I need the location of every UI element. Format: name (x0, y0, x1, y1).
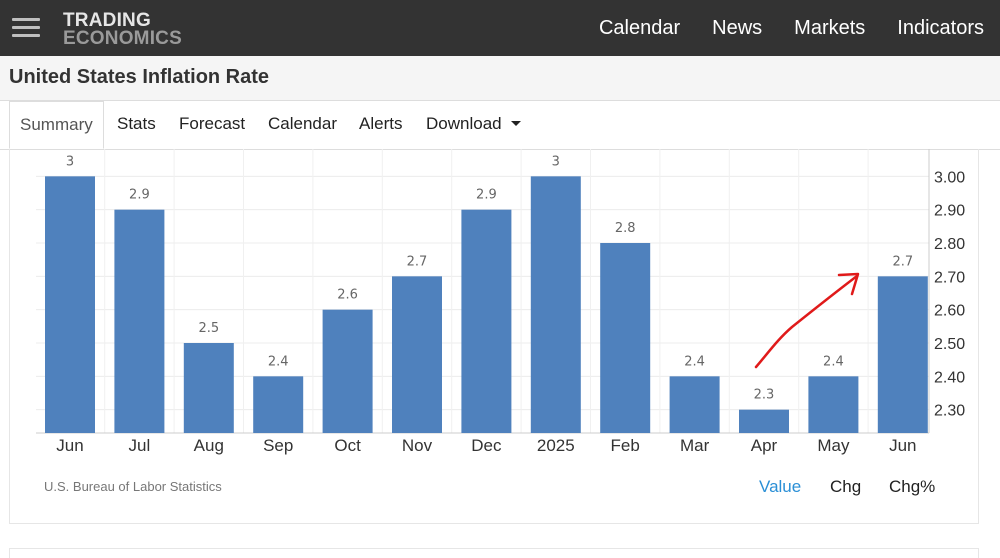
bar (808, 376, 859, 433)
y-tick-label: 2.70 (934, 269, 965, 286)
mode-value[interactable]: Value (759, 477, 801, 497)
bar-value-label: 2.5 (198, 321, 219, 336)
bar-value-label: 2.7 (892, 254, 913, 269)
tab-alerts[interactable]: Alerts (359, 101, 402, 149)
bar (600, 243, 651, 433)
x-tick-label: Feb (611, 436, 640, 455)
x-tick-label: Jul (129, 436, 151, 455)
x-tick-label: Dec (471, 436, 502, 455)
x-tick-label: Jun (889, 436, 916, 455)
x-tick-label: Apr (751, 436, 778, 455)
inflation-bar-chart: 3.00 2.90 2.80 2.70 2.60 2.50 2.40 2.30 3 Jun 2.9 J… (36, 149, 965, 455)
bar-value-label: 2.4 (684, 354, 705, 369)
logo-line2: ECONOMICS (63, 28, 182, 49)
nav-markets[interactable]: Markets (794, 17, 865, 40)
next-panel (9, 548, 979, 558)
y-tick-label: 2.50 (934, 336, 965, 353)
tab-download-label: Download (426, 114, 502, 133)
bar (877, 276, 928, 433)
nav-news[interactable]: News (712, 17, 762, 40)
mode-chg[interactable]: Chg (830, 477, 861, 497)
caret-down-icon (510, 120, 521, 126)
tab-stats[interactable]: Stats (117, 101, 156, 149)
bar (183, 343, 234, 433)
bar-value-label: 3 (552, 154, 560, 169)
x-tick-label: Sep (263, 436, 293, 455)
tab-bar: Summary Stats Forecast Calendar Alerts D… (0, 101, 1000, 150)
main-nav: Calendar News Markets Indicators (599, 0, 984, 56)
y-tick-label: 3.00 (934, 169, 965, 186)
x-tick-label: Aug (194, 436, 224, 455)
bar (322, 309, 373, 433)
tab-download[interactable]: Download (426, 101, 521, 149)
bar-value-label: 2.4 (823, 354, 844, 369)
bar-value-label: 2.4 (268, 354, 289, 369)
y-tick-label: 2.80 (934, 236, 965, 253)
bar (253, 376, 304, 433)
y-tick-label: 2.30 (934, 403, 965, 420)
bar (530, 176, 581, 434)
tab-summary[interactable]: Summary (9, 101, 104, 149)
x-tick-label: Nov (402, 436, 433, 455)
y-tick-label: 2.60 (934, 303, 965, 320)
x-tick-label: May (817, 436, 850, 455)
bar (114, 209, 165, 433)
x-tick-label: Oct (334, 436, 361, 455)
mode-chg-percent[interactable]: Chg% (889, 477, 935, 497)
bar-value-label: 3 (66, 154, 74, 169)
nav-indicators[interactable]: Indicators (897, 17, 984, 40)
bar-value-label: 2.3 (754, 388, 775, 403)
bar-value-label: 2.9 (129, 188, 150, 203)
x-tick-label: Jun (56, 436, 83, 455)
hamburger-menu-icon[interactable] (12, 16, 40, 40)
top-navbar: TRADING ECONOMICS Calendar News Markets … (0, 0, 1000, 56)
y-tick-label: 2.90 (934, 203, 965, 220)
x-tick-label: Mar (680, 436, 710, 455)
nav-calendar[interactable]: Calendar (599, 17, 680, 40)
bar (45, 176, 95, 434)
bar-value-label: 2.9 (476, 188, 497, 203)
bar-value-label: 2.6 (337, 288, 358, 303)
x-tick-label: 2025 (537, 436, 575, 455)
bar (392, 276, 442, 433)
y-tick-label: 2.40 (934, 369, 965, 386)
title-bar: United States Inflation Rate (0, 56, 1000, 101)
bar (461, 209, 512, 433)
bar (739, 409, 789, 433)
tab-calendar[interactable]: Calendar (268, 101, 337, 149)
chart-source: U.S. Bureau of Labor Statistics (44, 479, 222, 494)
bar-value-label: 2.7 (407, 254, 428, 269)
tab-forecast[interactable]: Forecast (179, 101, 245, 149)
page-title: United States Inflation Rate (9, 66, 270, 88)
bar (669, 376, 720, 433)
logo[interactable]: TRADING ECONOMICS (63, 11, 182, 49)
bar-value-label: 2.8 (615, 221, 636, 236)
